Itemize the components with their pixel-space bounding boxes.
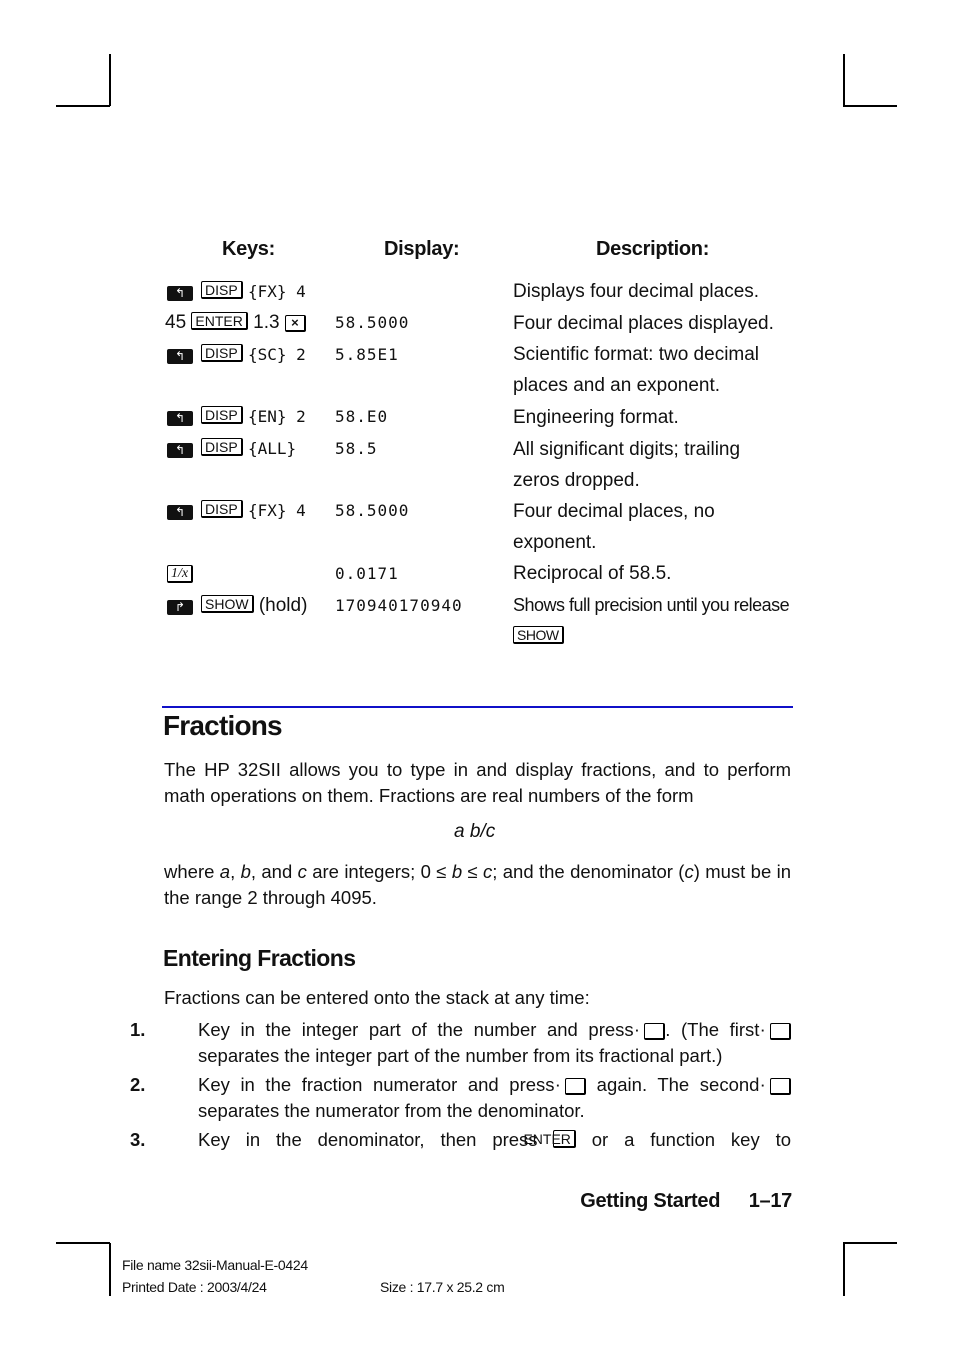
hold-note: (hold) bbox=[258, 595, 308, 616]
disp-key: DISP bbox=[201, 438, 243, 456]
header-keys: Keys: bbox=[222, 238, 275, 260]
header-description: Description: bbox=[596, 238, 710, 260]
enter-key: ENTER bbox=[523, 1130, 576, 1148]
table-row: ↰ DISP {SC} 2 bbox=[167, 342, 306, 368]
table-row: ↰ DISP {ALL} bbox=[167, 436, 296, 462]
step-item: 1. Key in the integer part of the number … bbox=[130, 1017, 791, 1069]
disp-key: DISP bbox=[201, 406, 243, 424]
disp-key: DISP bbox=[201, 344, 243, 362]
table-row: ↱ SHOW (hold) bbox=[167, 593, 307, 619]
decimal-point-key-icon: · bbox=[761, 1078, 792, 1095]
row-description: Four decimal places displayed. bbox=[513, 313, 774, 334]
display-value: 58.5000 bbox=[335, 501, 410, 520]
display-value: 0.0171 bbox=[335, 564, 399, 583]
section-title: Fractions bbox=[163, 710, 283, 741]
intro-paragraph: The HP 32SII allows you to type in and d… bbox=[164, 759, 791, 806]
subsection-lead: Fractions can be entered onto the stack … bbox=[164, 987, 590, 1008]
crop-mark-top-left-h bbox=[56, 105, 110, 107]
running-footer: Getting Started 1–17 bbox=[580, 1190, 792, 1213]
decimal-point-key-icon: · bbox=[556, 1078, 587, 1095]
file-name: File name 32sii-Manual-E-0424 bbox=[122, 1257, 308, 1273]
row-description: All significant digits; trailing zeros d… bbox=[513, 439, 741, 491]
disp-key: DISP bbox=[201, 281, 243, 299]
row-description: Shows full precision until you release S… bbox=[513, 595, 790, 644]
display-value: 5.85E1 bbox=[335, 345, 399, 364]
number-entry: 45 bbox=[165, 312, 187, 333]
left-shift-key-icon: ↰ bbox=[167, 505, 193, 520]
multiply-key-icon: × bbox=[284, 315, 306, 332]
display-value: 58.5 bbox=[335, 439, 378, 458]
crop-mark-top-left-v bbox=[109, 54, 111, 106]
table-row: 1/x bbox=[167, 561, 194, 587]
left-shift-key-icon: ↰ bbox=[167, 411, 193, 426]
show-key: SHOW bbox=[201, 595, 254, 613]
softkey-label: {ALL} bbox=[247, 439, 297, 458]
crop-mark-bottom-left-v bbox=[109, 1243, 111, 1296]
subsection-title: Entering Fractions bbox=[163, 945, 356, 971]
page-number: 1–17 bbox=[748, 1190, 793, 1212]
display-value: 170940170940 bbox=[335, 596, 463, 615]
show-key: SHOW bbox=[513, 626, 564, 644]
crop-mark-top-right-v bbox=[843, 54, 845, 106]
display-value: 58.5000 bbox=[335, 313, 410, 332]
left-shift-key-icon: ↰ bbox=[167, 349, 193, 364]
section-rule bbox=[162, 706, 793, 708]
row-description: Reciprocal of 58.5. bbox=[513, 563, 672, 584]
right-shift-key-icon: ↱ bbox=[167, 600, 193, 615]
printed-date: Printed Date : 2003/4/24 bbox=[122, 1279, 267, 1295]
left-shift-key-icon: ↰ bbox=[167, 286, 193, 301]
paper-size: Size : 17.7 x 25.2 cm bbox=[380, 1279, 505, 1295]
running-head: Getting Started bbox=[580, 1190, 721, 1212]
disp-key: DISP bbox=[201, 500, 243, 518]
step-item: 3. Key in the denominator, then press ENT… bbox=[130, 1129, 791, 1150]
reciprocal-key: 1/x bbox=[167, 565, 194, 583]
fraction-formula: a b/c bbox=[454, 821, 496, 842]
table-row: ↰ DISP {EN} 2 bbox=[167, 404, 306, 430]
where-paragraph: where a, b, and c are integers; 0 ≤ b ≤ … bbox=[164, 861, 792, 908]
softkey-label: {FX} 4 bbox=[247, 501, 306, 520]
row-description: Four decimal places, no exponent. bbox=[513, 501, 715, 553]
row-description: Scientific format: two decimal places an… bbox=[513, 344, 760, 396]
decimal-point-key-icon: · bbox=[635, 1023, 666, 1040]
row-description: Displays four decimal places. bbox=[513, 281, 760, 302]
enter-key: ENTER bbox=[191, 312, 248, 330]
softkey-label: {EN} 2 bbox=[247, 407, 306, 426]
step-item: 2. Key in the fraction numerator and pres… bbox=[130, 1072, 792, 1124]
softkey-label: {SC} 2 bbox=[247, 345, 306, 364]
display-value: 58.E0 bbox=[335, 407, 389, 426]
crop-mark-bottom-left-h bbox=[56, 1242, 110, 1244]
decimal-point-key-icon: · bbox=[761, 1023, 791, 1040]
crop-mark-bottom-right-h bbox=[843, 1242, 897, 1244]
softkey-label: {FX} 4 bbox=[247, 282, 306, 301]
table-row: 45 ENTER 1.3 × bbox=[165, 310, 306, 336]
table-row: ↰ DISP {FX} 4 bbox=[167, 498, 306, 524]
crop-mark-bottom-right-v bbox=[843, 1243, 845, 1296]
table-row: ↰ DISP {FX} 4 bbox=[167, 279, 306, 305]
header-display: Display: bbox=[384, 238, 460, 260]
crop-mark-top-right-h bbox=[843, 105, 897, 107]
left-shift-key-icon: ↰ bbox=[167, 443, 193, 458]
number-entry: 1.3 bbox=[253, 312, 280, 333]
row-description: Engineering format. bbox=[513, 407, 679, 428]
